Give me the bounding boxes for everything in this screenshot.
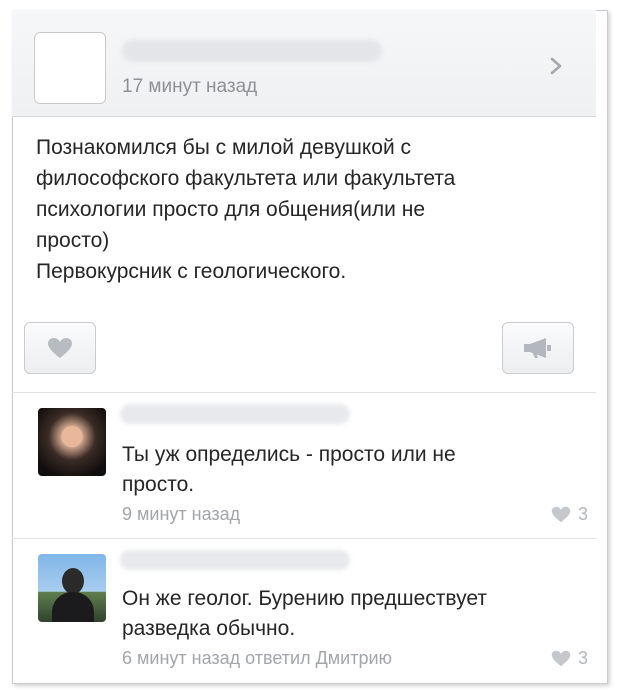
post-text: Познакомился бы с милой девушкой с филос… [36, 132, 576, 287]
heart-icon [48, 338, 72, 358]
heart-icon [551, 650, 571, 667]
avatar-figure-body [52, 592, 94, 622]
comment-text-line: просто. [122, 473, 195, 496]
comment-timestamp: 9 минут назад [122, 504, 241, 524]
commenter-avatar[interactable] [38, 408, 106, 476]
comment-text-line: Ты уж определись - просто или не [122, 443, 456, 466]
comment-text-line: разведка обычно. [122, 617, 296, 640]
like-count: 3 [577, 504, 588, 524]
group-avatar[interactable] [34, 32, 106, 104]
commenter-name-redacted [120, 550, 350, 570]
like-button[interactable] [24, 322, 96, 374]
post-text-line: философского факультета или факультета [36, 167, 456, 190]
comment-text: Ты уж определись - просто или не просто. [122, 440, 572, 500]
post-timestamp: 17 минут назад [122, 76, 258, 97]
comment-like-button[interactable]: 3 [551, 648, 588, 669]
comment-text: Он же геолог. Бурению предшествует разве… [122, 584, 572, 644]
share-button[interactable] [502, 322, 574, 374]
post-text-line: Познакомился бы с милой девушкой с [36, 136, 412, 159]
post-text-line: Первокурсник с геологического. [36, 260, 347, 283]
comment-text-line: Он же геолог. Бурению предшествует [122, 587, 487, 610]
heart-icon [551, 506, 571, 523]
avatar-figure-head [62, 568, 84, 594]
chevron-right-icon[interactable] [546, 56, 566, 76]
comment-like-button[interactable]: 3 [551, 504, 588, 525]
post-text-line: просто) [36, 229, 110, 252]
megaphone-icon [524, 338, 551, 358]
divider [12, 392, 596, 393]
commenter-avatar[interactable] [38, 554, 106, 622]
divider [12, 538, 596, 539]
like-count: 3 [577, 648, 588, 668]
comment-timestamp: 6 минут назад ответил Дмитрию [122, 648, 393, 668]
post-text-line: психологии просто для общения(или не [36, 198, 425, 221]
commenter-name-redacted [120, 404, 350, 424]
post-header[interactable]: 17 минут назад [12, 10, 596, 117]
group-name-redacted [122, 40, 382, 62]
